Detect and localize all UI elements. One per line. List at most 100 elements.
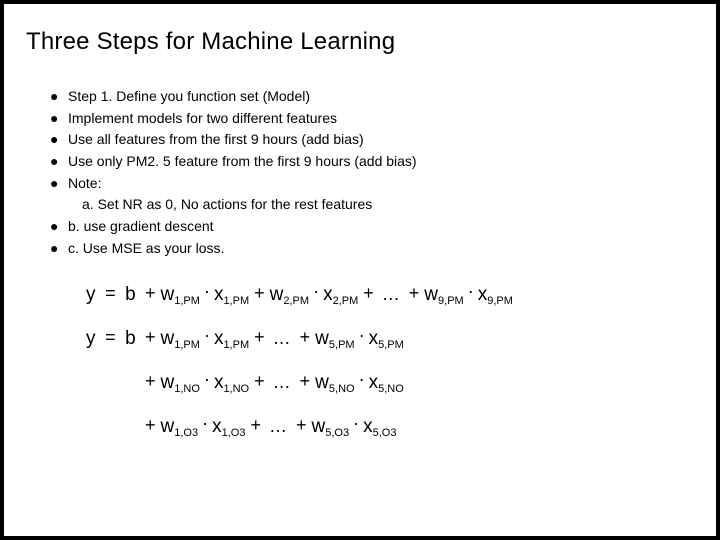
eq-ellipsis: … xyxy=(270,329,295,347)
eq-dot: · xyxy=(200,370,214,388)
eq-term: w1,O3 · x1,O3 xyxy=(161,417,246,436)
bullet-dot: ● xyxy=(50,86,68,108)
eq-sub: 1,O3 xyxy=(174,428,198,439)
eq-term: w1,NO · x1,NO xyxy=(161,373,250,392)
eq-sub: 5,PM xyxy=(329,340,355,351)
bullet-dot: ● xyxy=(50,129,68,151)
eq-dot: · xyxy=(355,326,369,344)
slide-title: Three Steps for Machine Learning xyxy=(26,28,395,56)
eq-term: w5,PM · x5,PM xyxy=(315,329,404,348)
eq-dot: · xyxy=(464,282,478,300)
list-item: ● Step 1. Define you function set (Model… xyxy=(50,86,670,108)
eq-w: w xyxy=(424,285,438,304)
eq-dot: · xyxy=(349,414,363,432)
eq-equals: = xyxy=(101,327,120,347)
eq-dot: · xyxy=(200,282,214,300)
list-item: ● c. Use MSE as your loss. xyxy=(50,238,670,260)
eq-lead: y = b xyxy=(86,284,140,304)
eq-sub: 1,PM xyxy=(223,340,249,351)
eq-y: y xyxy=(86,284,96,305)
bullet-dot: ● xyxy=(50,238,68,260)
list-item: ● Implement models for two different fea… xyxy=(50,108,670,130)
eq-term: w2,PM · x2,PM xyxy=(270,285,359,304)
eq-dot: · xyxy=(309,282,323,300)
eq-w: w xyxy=(315,373,329,392)
eq-x: x xyxy=(212,417,222,436)
eq-sub: 5,O3 xyxy=(325,428,349,439)
eq-w: w xyxy=(161,417,175,436)
list-item: ● Use all features from the first 9 hour… xyxy=(50,129,670,151)
eq-x: x xyxy=(214,329,224,348)
bullet-dot: ● xyxy=(50,173,68,195)
eq-x: x xyxy=(323,285,333,304)
eq-sub: 1,NO xyxy=(174,384,200,395)
eq-lead: y = b xyxy=(86,328,140,348)
eq-plus: + xyxy=(140,416,161,434)
list-item: ● b. use gradient descent xyxy=(50,216,670,238)
eq-ellipsis: … xyxy=(270,373,295,391)
bullet-text: Note: xyxy=(68,173,670,195)
bullet-text: Implement models for two different featu… xyxy=(68,108,670,130)
eq-plus: + xyxy=(140,284,161,302)
eq-y: y xyxy=(86,328,96,349)
eq-b: b xyxy=(125,328,136,349)
eq-ellipsis: … xyxy=(266,417,291,435)
eq-sub: 1,PM xyxy=(174,296,200,307)
eq-sub: 2,PM xyxy=(333,296,359,307)
equation-row-3: + w1,NO · x1,NO + … + w5,NO · x5,NO xyxy=(86,372,646,392)
eq-sub: 5,PM xyxy=(378,340,404,351)
eq-sub: 9,PM xyxy=(438,296,464,307)
bullet-dot: ● xyxy=(50,216,68,238)
eq-dot: · xyxy=(198,414,212,432)
eq-plus: + xyxy=(245,416,266,434)
bullet-text: b. use gradient descent xyxy=(68,216,670,238)
eq-term: w9,PM · x9,PM xyxy=(424,285,513,304)
eq-plus: + xyxy=(295,328,316,346)
eq-sub: 5,O3 xyxy=(373,428,397,439)
equation-row-4: + w1,O3 · x1,O3 + … + w5,O3 · x5,O3 xyxy=(86,416,646,436)
eq-w: w xyxy=(161,285,175,304)
eq-w: w xyxy=(315,329,329,348)
eq-plus: + xyxy=(404,284,425,302)
eq-ellipsis: … xyxy=(379,285,404,303)
list-item: a. Set NR as 0, No actions for the rest … xyxy=(50,194,670,216)
eq-plus: + xyxy=(140,328,161,346)
eq-sub: 1,PM xyxy=(223,296,249,307)
bullet-text: a. Set NR as 0, No actions for the rest … xyxy=(68,194,670,216)
eq-plus: + xyxy=(291,416,312,434)
equation-row-2: y = b + w1,PM · x1,PM + … + w5,PM · x5,P… xyxy=(86,328,646,348)
eq-sub: 9,PM xyxy=(487,296,513,307)
bullet-list: ● Step 1. Define you function set (Model… xyxy=(50,86,670,260)
eq-plus: + xyxy=(249,284,270,302)
eq-x: x xyxy=(214,285,224,304)
bullet-text: Use all features from the first 9 hours … xyxy=(68,129,670,151)
eq-x: x xyxy=(214,373,224,392)
eq-plus: + xyxy=(358,284,379,302)
eq-b: b xyxy=(125,284,136,305)
eq-w: w xyxy=(161,373,175,392)
eq-sub: 5,NO xyxy=(329,384,355,395)
eq-continuation xyxy=(86,372,140,392)
bullet-text: c. Use MSE as your loss. xyxy=(68,238,670,260)
bullet-text: Use only PM2. 5 feature from the first 9… xyxy=(68,151,670,173)
equations-block: y = b + w1,PM · x1,PM + w2,PM · x2,PM + … xyxy=(86,284,646,436)
eq-x: x xyxy=(478,285,488,304)
eq-sub: 1,NO xyxy=(223,384,249,395)
eq-sub: 1,O3 xyxy=(222,428,246,439)
eq-sub: 1,PM xyxy=(174,340,200,351)
eq-equals: = xyxy=(101,283,120,303)
eq-plus: + xyxy=(295,372,316,390)
eq-continuation xyxy=(86,416,140,436)
eq-sub: 5,NO xyxy=(378,384,404,395)
eq-term: w1,PM · x1,PM xyxy=(161,285,250,304)
eq-term: w5,NO · x5,NO xyxy=(315,373,404,392)
eq-plus: + xyxy=(140,372,161,390)
slide: Three Steps for Machine Learning ● Step … xyxy=(4,4,716,536)
eq-term: w1,PM · x1,PM xyxy=(161,329,250,348)
eq-sub: 2,PM xyxy=(283,296,309,307)
list-item: ● Note: xyxy=(50,173,670,195)
eq-w: w xyxy=(161,329,175,348)
eq-term: w5,O3 · x5,O3 xyxy=(312,417,397,436)
eq-w: w xyxy=(312,417,326,436)
eq-dot: · xyxy=(200,326,214,344)
